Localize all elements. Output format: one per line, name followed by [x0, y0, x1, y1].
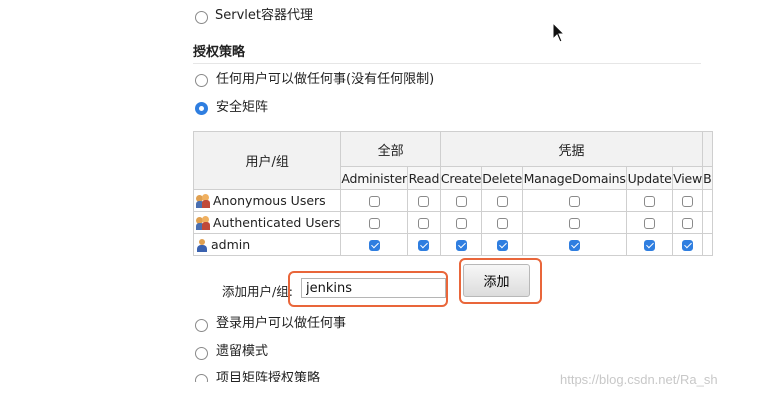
button-highlight-annotation: [459, 258, 542, 304]
option-matrix-security-label: 安全矩阵: [216, 100, 269, 115]
user-icon: [196, 238, 208, 252]
user-cell: Authenticated Users: [192, 211, 342, 234]
group-header-next: [702, 131, 714, 167]
permission-checkbox[interactable]: [682, 196, 694, 207]
radio-logged-in-anything[interactable]: [195, 319, 208, 332]
permission-checkbox[interactable]: [569, 196, 581, 207]
radio-anyone-anything[interactable]: [195, 74, 208, 87]
perm-header-administer: Administer: [340, 166, 408, 190]
permission-checkbox[interactable]: [644, 196, 656, 207]
group-icon: [196, 193, 210, 208]
permission-checkbox-checked[interactable]: [418, 240, 430, 251]
permission-checkbox[interactable]: [496, 218, 508, 229]
clipped-option-container: 项目矩阵授权策略: [190, 370, 540, 382]
option-legacy-mode-label: 遗留模式: [216, 344, 269, 359]
permission-matrix-table: 用户/组 全部 凭据 Administer Read Create Delete…: [192, 131, 714, 256]
permission-checkbox-checked[interactable]: [455, 240, 467, 251]
perm-header-managedomains: ManageDomains: [522, 166, 628, 190]
table-row: admin: [192, 233, 714, 256]
input-highlight-annotation: [288, 271, 448, 307]
perm-header-update: Update: [626, 166, 674, 190]
perm-header-create: Create: [439, 166, 483, 190]
table-row: Anonymous Users: [192, 189, 714, 212]
servlet-proxy-label: Servlet容器代理: [215, 8, 313, 23]
group-icon: [196, 215, 210, 230]
option-logged-in-anything-label: 登录用户可以做任何事: [216, 316, 347, 331]
permission-checkbox[interactable]: [569, 218, 581, 229]
permission-checkbox-checked[interactable]: [644, 240, 656, 251]
permission-checkbox[interactable]: [418, 196, 430, 207]
watermark-text: https://blog.csdn.net/Ra_sh: [560, 372, 718, 387]
perm-header-view: View: [672, 166, 704, 190]
authorization-strategy-title: 授权策略: [193, 45, 246, 60]
table-row: Authenticated Users: [192, 211, 714, 234]
perm-header-delete: Delete: [481, 166, 524, 190]
permission-checkbox[interactable]: [368, 218, 380, 229]
radio-servlet-proxy[interactable]: [195, 11, 208, 24]
user-cell: admin: [192, 233, 342, 256]
permission-checkbox-checked[interactable]: [569, 240, 581, 251]
section-divider: [193, 63, 701, 64]
option-project-matrix-label: 项目矩阵授权策略: [216, 371, 321, 382]
permission-checkbox[interactable]: [368, 196, 380, 207]
permission-checkbox[interactable]: [418, 218, 430, 229]
user-group-header: 用户/组: [192, 131, 342, 190]
permission-checkbox-checked[interactable]: [496, 240, 508, 251]
permission-checkbox[interactable]: [455, 218, 467, 229]
user-cell: Anonymous Users: [192, 189, 342, 212]
permission-checkbox[interactable]: [682, 218, 694, 229]
group-header-overall: 全部: [340, 131, 441, 167]
option-anyone-anything-label: 任何用户可以做任何事(没有任何限制): [216, 72, 435, 87]
user-name: Anonymous Users: [213, 193, 326, 208]
mouse-cursor-icon: [552, 22, 566, 43]
group-header-credentials: 凭据: [439, 131, 704, 167]
perm-header-truncated: B: [702, 166, 714, 190]
permission-checkbox[interactable]: [455, 196, 467, 207]
permission-checkbox[interactable]: [644, 218, 656, 229]
radio-legacy-mode[interactable]: [195, 347, 208, 360]
user-name: Authenticated Users: [213, 215, 341, 230]
permission-checkbox-checked[interactable]: [368, 240, 380, 251]
radio-matrix-security[interactable]: [195, 102, 208, 115]
user-name: admin: [211, 237, 251, 252]
permission-checkbox-checked[interactable]: [682, 240, 694, 251]
radio-project-matrix[interactable]: [195, 374, 208, 382]
add-user-group-label: 添加用户/组:: [222, 284, 293, 299]
permission-checkbox[interactable]: [496, 196, 508, 207]
perm-header-read: Read: [406, 166, 441, 190]
